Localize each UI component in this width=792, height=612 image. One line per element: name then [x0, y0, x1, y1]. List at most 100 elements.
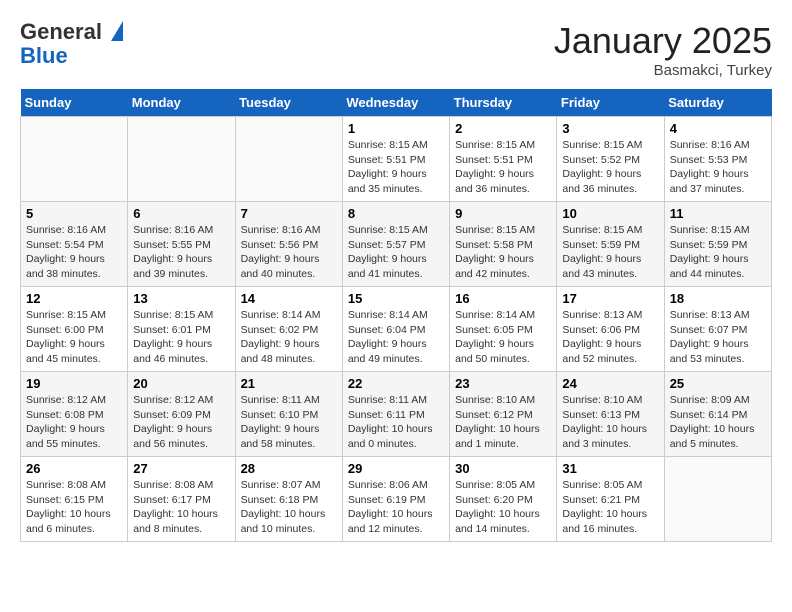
day-info: Sunrise: 8:08 AM Sunset: 6:17 PM Dayligh… — [133, 478, 229, 537]
day-number: 6 — [133, 206, 229, 221]
calendar-cell: 28Sunrise: 8:07 AM Sunset: 6:18 PM Dayli… — [235, 457, 342, 542]
calendar-cell: 19 Sunrise: 8:12 AM Sunset: 6:08 PM Dayli… — [21, 372, 128, 457]
page-header: General Blue January 2025 Basmakci, Turk… — [20, 20, 772, 79]
day-info: Sunrise: 8:15 AM Sunset: 5:51 PM Dayligh… — [455, 138, 551, 197]
day-info: Sunrise: 8:13 AM Sunset: 6:07 PM Dayligh… — [670, 308, 766, 367]
calendar-cell: 4Sunrise: 8:16 AM Sunset: 5:53 PM Daylig… — [664, 117, 771, 202]
day-number: 14 — [241, 291, 337, 306]
day-number: 9 — [455, 206, 551, 221]
day-info: Sunrise: 8:13 AM Sunset: 6:06 PM Dayligh… — [562, 308, 658, 367]
calendar-header-row: SundayMondayTuesdayWednesdayThursdayFrid… — [21, 89, 772, 117]
day-number: 5 — [26, 206, 122, 221]
logo-blue: Blue — [20, 44, 123, 68]
day-info: Sunrise: 8:15 AM Sunset: 5:59 PM Dayligh… — [670, 223, 766, 282]
day-info: Sunrise: 8:16 AM Sunset: 5:53 PM Dayligh… — [670, 138, 766, 197]
day-number: 26 — [26, 461, 122, 476]
day-info: Sunrise: 8:07 AM Sunset: 6:18 PM Dayligh… — [241, 478, 337, 537]
calendar-cell: 5 Sunrise: 8:16 AM Sunset: 5:54 PM Daylig… — [21, 202, 128, 287]
weekday-header-sunday: Sunday — [21, 89, 128, 117]
day-number: 23 — [455, 376, 551, 391]
day-number: 27 — [133, 461, 229, 476]
day-number: 30 — [455, 461, 551, 476]
weekday-header-monday: Monday — [128, 89, 235, 117]
day-info: Sunrise: 8:15 AM Sunset: 5:59 PM Dayligh… — [562, 223, 658, 282]
day-info: Sunrise: 8:15 AM Sunset: 5:57 PM Dayligh… — [348, 223, 444, 282]
day-info: Sunrise: 8:14 AM Sunset: 6:02 PM Dayligh… — [241, 308, 337, 367]
logo-general: General — [20, 20, 123, 44]
day-info: Sunrise: 8:11 AM Sunset: 6:10 PM Dayligh… — [241, 393, 337, 452]
day-info: Sunrise: 8:10 AM Sunset: 6:13 PM Dayligh… — [562, 393, 658, 452]
day-number: 19 — [26, 376, 122, 391]
calendar-cell — [235, 117, 342, 202]
calendar-week-4: 19 Sunrise: 8:12 AM Sunset: 6:08 PM Dayli… — [21, 372, 772, 457]
day-number: 11 — [670, 206, 766, 221]
calendar-cell: 3 Sunrise: 8:15 AM Sunset: 5:52 PM Daylig… — [557, 117, 664, 202]
day-number: 15 — [348, 291, 444, 306]
logo: General Blue — [20, 20, 123, 68]
calendar-cell: 20Sunrise: 8:12 AM Sunset: 6:09 PM Dayli… — [128, 372, 235, 457]
day-number: 1 — [348, 121, 444, 136]
logo-triangle-icon — [111, 21, 123, 41]
calendar-cell: 15 Sunrise: 8:14 AM Sunset: 6:04 PM Dayli… — [342, 287, 449, 372]
logo-text-block: General Blue — [20, 20, 123, 68]
calendar-cell: 8Sunrise: 8:15 AM Sunset: 5:57 PM Daylig… — [342, 202, 449, 287]
day-info: Sunrise: 8:05 AM Sunset: 6:21 PM Dayligh… — [562, 478, 658, 537]
day-info: Sunrise: 8:16 AM Sunset: 5:54 PM Dayligh… — [26, 223, 122, 282]
day-number: 24 — [562, 376, 658, 391]
weekday-header-tuesday: Tuesday — [235, 89, 342, 117]
weekday-header-saturday: Saturday — [664, 89, 771, 117]
day-info: Sunrise: 8:12 AM Sunset: 6:08 PM Dayligh… — [26, 393, 122, 452]
calendar-week-1: 1 Sunrise: 8:15 AM Sunset: 5:51 PM Daylig… — [21, 117, 772, 202]
calendar-cell — [21, 117, 128, 202]
day-info: Sunrise: 8:09 AM Sunset: 6:14 PM Dayligh… — [670, 393, 766, 452]
day-number: 20 — [133, 376, 229, 391]
day-number: 2 — [455, 121, 551, 136]
day-number: 22 — [348, 376, 444, 391]
title-block: January 2025 Basmakci, Turkey — [554, 20, 772, 79]
calendar-cell — [664, 457, 771, 542]
calendar-cell: 30 Sunrise: 8:05 AM Sunset: 6:20 PM Dayli… — [450, 457, 557, 542]
day-info: Sunrise: 8:06 AM Sunset: 6:19 PM Dayligh… — [348, 478, 444, 537]
day-number: 7 — [241, 206, 337, 221]
calendar-cell: 21Sunrise: 8:11 AM Sunset: 6:10 PM Dayli… — [235, 372, 342, 457]
day-info: Sunrise: 8:16 AM Sunset: 5:55 PM Dayligh… — [133, 223, 229, 282]
calendar-cell: 25 Sunrise: 8:09 AM Sunset: 6:14 PM Dayli… — [664, 372, 771, 457]
day-number: 17 — [562, 291, 658, 306]
calendar-week-3: 12Sunrise: 8:15 AM Sunset: 6:00 PM Dayli… — [21, 287, 772, 372]
calendar-cell: 31Sunrise: 8:05 AM Sunset: 6:21 PM Dayli… — [557, 457, 664, 542]
day-info: Sunrise: 8:05 AM Sunset: 6:20 PM Dayligh… — [455, 478, 551, 537]
weekday-header-friday: Friday — [557, 89, 664, 117]
calendar-cell: 26Sunrise: 8:08 AM Sunset: 6:15 PM Dayli… — [21, 457, 128, 542]
calendar-cell: 22 Sunrise: 8:11 AM Sunset: 6:11 PM Dayli… — [342, 372, 449, 457]
day-info: Sunrise: 8:16 AM Sunset: 5:56 PM Dayligh… — [241, 223, 337, 282]
calendar-cell — [128, 117, 235, 202]
calendar-cell: 9Sunrise: 8:15 AM Sunset: 5:58 PM Daylig… — [450, 202, 557, 287]
calendar-cell: 23 Sunrise: 8:10 AM Sunset: 6:12 PM Dayli… — [450, 372, 557, 457]
day-info: Sunrise: 8:10 AM Sunset: 6:12 PM Dayligh… — [455, 393, 551, 452]
day-info: Sunrise: 8:11 AM Sunset: 6:11 PM Dayligh… — [348, 393, 444, 452]
day-number: 29 — [348, 461, 444, 476]
calendar-cell: 27 Sunrise: 8:08 AM Sunset: 6:17 PM Dayli… — [128, 457, 235, 542]
calendar-week-5: 26Sunrise: 8:08 AM Sunset: 6:15 PM Dayli… — [21, 457, 772, 542]
calendar-table: SundayMondayTuesdayWednesdayThursdayFrid… — [20, 89, 772, 542]
day-info: Sunrise: 8:15 AM Sunset: 5:52 PM Dayligh… — [562, 138, 658, 197]
calendar-cell: 16Sunrise: 8:14 AM Sunset: 6:05 PM Dayli… — [450, 287, 557, 372]
calendar-week-2: 5 Sunrise: 8:16 AM Sunset: 5:54 PM Daylig… — [21, 202, 772, 287]
calendar-cell: 6 Sunrise: 8:16 AM Sunset: 5:55 PM Daylig… — [128, 202, 235, 287]
calendar-cell: 13Sunrise: 8:15 AM Sunset: 6:01 PM Dayli… — [128, 287, 235, 372]
day-info: Sunrise: 8:14 AM Sunset: 6:04 PM Dayligh… — [348, 308, 444, 367]
calendar-cell: 7 Sunrise: 8:16 AM Sunset: 5:56 PM Daylig… — [235, 202, 342, 287]
calendar-cell: 14 Sunrise: 8:14 AM Sunset: 6:02 PM Dayli… — [235, 287, 342, 372]
calendar-cell: 24 Sunrise: 8:10 AM Sunset: 6:13 PM Dayli… — [557, 372, 664, 457]
calendar-cell: 10Sunrise: 8:15 AM Sunset: 5:59 PM Dayli… — [557, 202, 664, 287]
calendar-cell: 2 Sunrise: 8:15 AM Sunset: 5:51 PM Daylig… — [450, 117, 557, 202]
day-number: 3 — [562, 121, 658, 136]
location-subtitle: Basmakci, Turkey — [554, 62, 772, 79]
day-number: 25 — [670, 376, 766, 391]
day-number: 13 — [133, 291, 229, 306]
calendar-cell: 1 Sunrise: 8:15 AM Sunset: 5:51 PM Daylig… — [342, 117, 449, 202]
calendar-cell: 18Sunrise: 8:13 AM Sunset: 6:07 PM Dayli… — [664, 287, 771, 372]
calendar-cell: 17 Sunrise: 8:13 AM Sunset: 6:06 PM Dayli… — [557, 287, 664, 372]
calendar-cell: 29 Sunrise: 8:06 AM Sunset: 6:19 PM Dayli… — [342, 457, 449, 542]
day-info: Sunrise: 8:15 AM Sunset: 5:51 PM Dayligh… — [348, 138, 444, 197]
